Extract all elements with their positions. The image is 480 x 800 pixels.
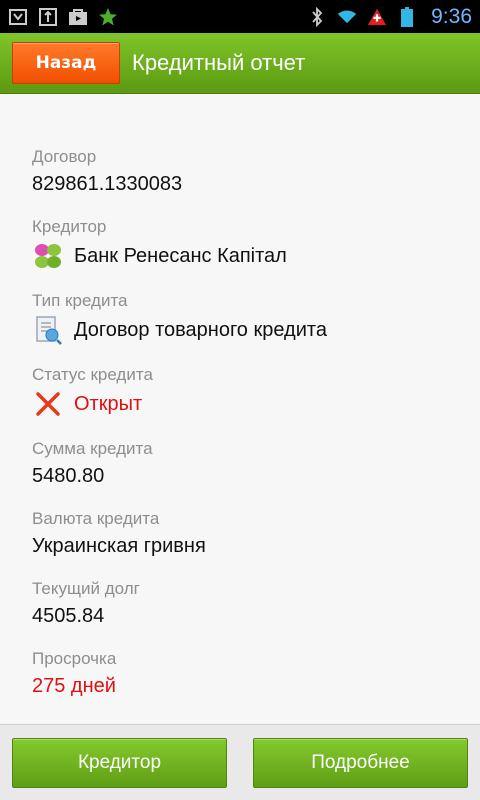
field-label: Текущий долг (32, 579, 140, 598)
credit-amount: 5480.80 (32, 465, 105, 487)
status-bar-right: 9:36 (307, 5, 472, 29)
current-debt: 4505.84 (32, 605, 105, 627)
credit-type: Договор товарного кредита (74, 319, 327, 341)
field-current-debt: Текущий долг 4505.84 (32, 578, 448, 629)
field-label: Кредитор (32, 217, 107, 236)
notification-icon (8, 7, 28, 27)
credit-status: Открыт (74, 393, 143, 415)
field-value-row: Открыт (32, 389, 448, 419)
field-label: Статус кредита (32, 365, 153, 384)
field-contract: Договор 829861.1330083 (32, 146, 448, 197)
field-value-row: 275 дней (32, 673, 448, 699)
field-value-row: 5480.80 (32, 463, 448, 489)
field-label: Договор (32, 147, 97, 166)
field-credit-type: Тип кредита Договор товарного кредита (32, 290, 448, 345)
document-icon (32, 315, 64, 345)
creditor-name: Банк Ренесанс Капітал (74, 245, 287, 267)
bluetooth-icon (307, 6, 327, 27)
credit-currency: Украинская гривня (32, 535, 206, 557)
action-bar: Назад Кредитный отчет (0, 33, 480, 94)
field-status: Статус кредита Открыт (32, 364, 448, 419)
page-title: Кредитный отчет (132, 50, 306, 75)
creditor-button[interactable]: Кредитор (12, 737, 227, 788)
bank-logo-icon (32, 241, 64, 271)
field-label: Валюта кредита (32, 509, 160, 528)
field-label: Сумма кредита (32, 439, 153, 458)
field-label: Просрочка (32, 649, 117, 668)
overdue-days: 275 дней (32, 675, 116, 697)
field-value-row: Договор товарного кредита (32, 315, 448, 345)
credit-report-details: Договор 829861.1330083 Кредитор Банк Рен… (0, 94, 480, 724)
field-value-row: 829861.1330083 (32, 171, 448, 197)
contract-number: 829861.1330083 (32, 173, 183, 195)
cross-icon (32, 389, 64, 419)
alert-icon (367, 7, 387, 27)
status-bar: 9:36 (0, 0, 480, 33)
clock: 9:36 (431, 4, 472, 28)
field-label: Тип кредита (32, 291, 128, 310)
field-currency: Валюта кредита Украинская гривня (32, 508, 448, 559)
store-icon (68, 7, 88, 27)
field-creditor: Кредитор Банк Ренесанс Капітал (32, 216, 448, 271)
usb-icon (38, 7, 58, 27)
details-button[interactable]: Подробнее (253, 737, 468, 788)
star-icon (98, 7, 118, 27)
status-bar-left (8, 7, 118, 27)
field-value-row: Украинская гривня (32, 533, 448, 559)
back-button[interactable]: Назад (12, 42, 120, 84)
wifi-icon (337, 7, 357, 27)
bottom-action-bar: Кредитор Подробнее (0, 724, 480, 800)
field-amount: Сумма кредита 5480.80 (32, 438, 448, 489)
field-value-row: Банк Ренесанс Капітал (32, 241, 448, 271)
field-overdue: Просрочка 275 дней (32, 648, 448, 699)
battery-icon (397, 6, 417, 27)
field-value-row: 4505.84 (32, 603, 448, 629)
